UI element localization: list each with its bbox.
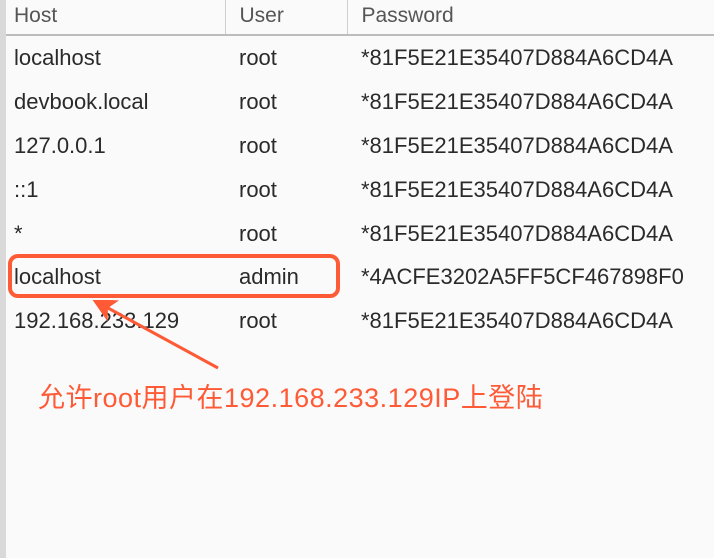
cell-password[interactable]: *81F5E21E35407D884A6CD4A — [347, 35, 714, 80]
table-row[interactable]: * root *81F5E21E35407D884A6CD4A — [0, 212, 714, 256]
cell-password[interactable]: *81F5E21E35407D884A6CD4A — [347, 299, 714, 343]
header-user[interactable]: User — [225, 0, 347, 35]
cell-host[interactable]: localhost — [0, 35, 225, 80]
cell-host[interactable]: localhost — [0, 255, 225, 299]
cell-host[interactable]: * — [0, 212, 225, 256]
cell-user[interactable]: root — [225, 168, 347, 212]
cell-host[interactable]: ::1 — [0, 168, 225, 212]
cell-host[interactable]: 192.168.233.129 — [0, 299, 225, 343]
cell-user[interactable]: admin — [225, 255, 347, 299]
cell-user[interactable]: root — [225, 124, 347, 168]
cell-user[interactable]: root — [225, 212, 347, 256]
cell-password[interactable]: *81F5E21E35407D884A6CD4A — [347, 168, 714, 212]
table-row[interactable]: localhost root *81F5E21E35407D884A6CD4A — [0, 35, 714, 80]
cell-password[interactable]: *81F5E21E35407D884A6CD4A — [347, 212, 714, 256]
users-table: Host User Password localhost root *81F5E… — [0, 0, 714, 343]
cell-password[interactable]: *81F5E21E35407D884A6CD4A — [347, 80, 714, 124]
table-row[interactable]: localhost admin *4ACFE3202A5FF5CF467898F… — [0, 255, 714, 299]
cell-user[interactable]: root — [225, 35, 347, 80]
cell-host[interactable]: 127.0.0.1 — [0, 124, 225, 168]
cell-user[interactable]: root — [225, 80, 347, 124]
cell-password[interactable]: *4ACFE3202A5FF5CF467898F0 — [347, 255, 714, 299]
header-host[interactable]: Host — [0, 0, 225, 35]
table-row[interactable]: 192.168.233.129 root *81F5E21E35407D884A… — [0, 299, 714, 343]
window-left-edge — [0, 0, 6, 558]
table-row[interactable]: ::1 root *81F5E21E35407D884A6CD4A — [0, 168, 714, 212]
header-password[interactable]: Password — [347, 0, 714, 35]
annotation-text: 允许root用户在192.168.233.129IP上登陆 — [38, 376, 543, 415]
table-row[interactable]: 127.0.0.1 root *81F5E21E35407D884A6CD4A — [0, 124, 714, 168]
cell-user[interactable]: root — [225, 299, 347, 343]
table-header-row: Host User Password — [0, 0, 714, 35]
cell-password[interactable]: *81F5E21E35407D884A6CD4A — [347, 124, 714, 168]
cell-host[interactable]: devbook.local — [0, 80, 225, 124]
table-row[interactable]: devbook.local root *81F5E21E35407D884A6C… — [0, 80, 714, 124]
